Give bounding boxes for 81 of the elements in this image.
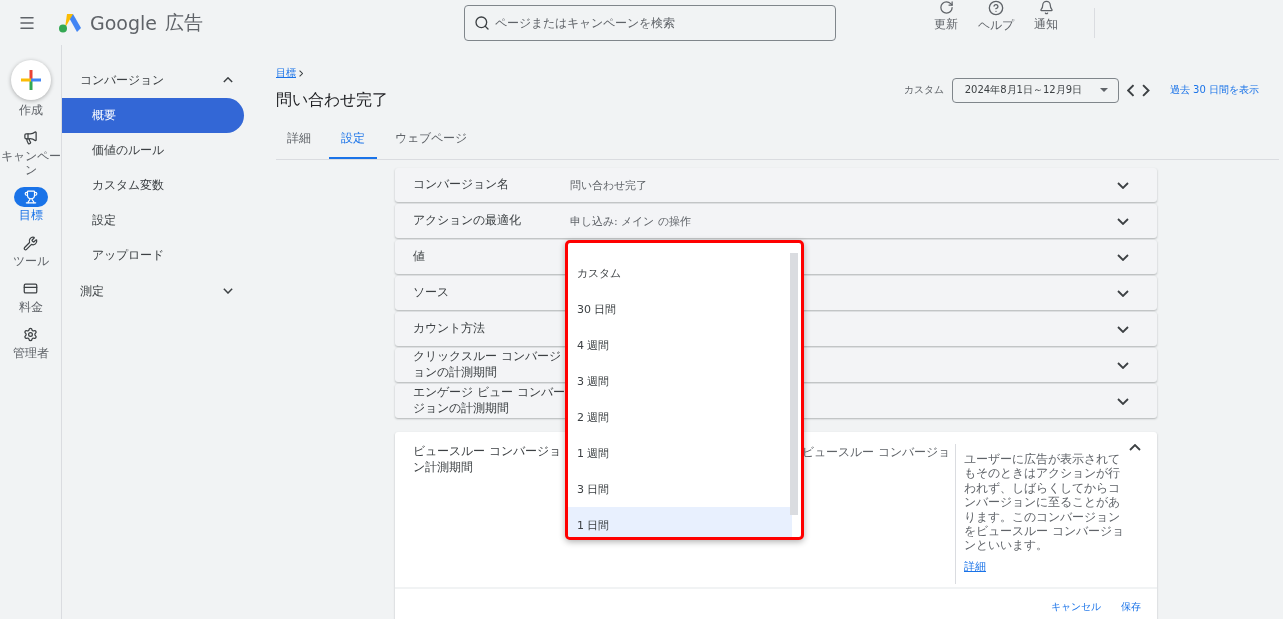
menu-option[interactable]: 3 日間 xyxy=(568,471,792,507)
nav-item[interactable]: 価値のルール xyxy=(62,133,244,168)
logo-icon xyxy=(58,12,82,33)
chevron-left-icon xyxy=(1126,83,1135,97)
chevron-down-icon xyxy=(1117,253,1129,261)
refresh-icon xyxy=(938,0,954,15)
next-button[interactable] xyxy=(1142,83,1150,97)
nav-item[interactable]: カスタム変数 xyxy=(62,168,244,203)
setting-label: コンバージョン名 xyxy=(413,177,510,193)
previous-button[interactable] xyxy=(1126,83,1135,97)
chevron-down-icon xyxy=(1117,217,1129,225)
settings-row[interactable]: アクションの最適化 申し込み: メイン の操作 xyxy=(395,204,1157,238)
chevron-down-icon xyxy=(1117,361,1129,369)
trophy-icon xyxy=(23,190,38,205)
setting-label: クリックスルー コンバージョンの計測期間 xyxy=(413,349,562,381)
scrollbar[interactable] xyxy=(790,253,798,515)
chevron-up-icon xyxy=(223,77,233,83)
nav-item[interactable]: アップロード xyxy=(62,238,244,273)
setting-value: 申し込み: メイン の操作 xyxy=(570,213,692,229)
rail-item[interactable]: キャンペーン xyxy=(2,127,59,178)
setting-label: カウント方法 xyxy=(413,321,486,337)
notify-button[interactable]: 通知 xyxy=(1028,0,1064,33)
collapse-button[interactable] xyxy=(1129,444,1141,451)
rail-item[interactable]: ツール xyxy=(2,233,59,269)
search-icon xyxy=(474,14,490,31)
tab[interactable]: 詳細 xyxy=(276,124,323,159)
help-icon xyxy=(988,0,1004,16)
date-range-select[interactable]: 2024年8月1日～12月9日 xyxy=(951,77,1119,103)
chevron-down-icon xyxy=(1117,397,1129,405)
menu-option[interactable]: 1 日間 xyxy=(568,507,792,537)
save-button[interactable]: 保存 xyxy=(1115,596,1147,618)
plus-icon xyxy=(19,69,42,91)
chevron-down-icon xyxy=(223,288,233,294)
settings-row[interactable]: コンバージョン名 問い合わせ完了 xyxy=(395,168,1157,202)
setting-label: アクションの最適化 xyxy=(413,213,522,229)
chevron-down-icon xyxy=(1117,325,1129,333)
chevron-right-icon xyxy=(299,69,304,77)
nav-section[interactable]: コンバージョン xyxy=(62,62,245,98)
menu-option[interactable]: 4 週間 xyxy=(568,327,792,363)
learn-more-link[interactable]: 詳細 xyxy=(964,558,986,574)
menu-option[interactable]: カスタム xyxy=(568,255,792,291)
tab[interactable]: ウェブページ xyxy=(383,124,479,159)
card-icon xyxy=(23,281,38,297)
cancel-button[interactable]: キャンセル xyxy=(1045,596,1107,618)
bell-icon xyxy=(1038,0,1054,15)
rail-item[interactable]: 管理者 xyxy=(2,324,59,361)
rail-item[interactable]: 目標 xyxy=(2,187,59,224)
create-button[interactable] xyxy=(10,60,51,100)
wrench-icon xyxy=(23,235,38,251)
help-button[interactable]: ヘルプ xyxy=(978,0,1014,34)
menu-option[interactable]: 2 週間 xyxy=(568,399,792,435)
refresh-button[interactable]: 更新 xyxy=(928,0,964,33)
nav-item[interactable]: 設定 xyxy=(62,203,244,238)
menu-option[interactable]: 1 週間 xyxy=(568,435,792,471)
page-title: 問い合わせ完了 xyxy=(276,90,388,111)
date-label: カスタム xyxy=(903,83,944,97)
breadcrumb-link[interactable]: 目標 xyxy=(276,66,304,80)
product-name: 広告 xyxy=(165,9,203,35)
last-30-days-link[interactable]: 過去 30 日間を表示 xyxy=(1169,83,1259,97)
setting-label: ビュースルー コンバージョン計測期間 xyxy=(413,444,562,476)
chevron-down-icon xyxy=(1117,181,1129,189)
menu-option[interactable]: 3 週間 xyxy=(568,363,792,399)
nav-item[interactable]: 概要 xyxy=(62,98,244,133)
rail-item[interactable]: 作成 xyxy=(2,60,59,118)
chevron-up-icon xyxy=(1129,444,1141,451)
chevron-down-icon xyxy=(1117,289,1129,297)
chevron-right-icon xyxy=(1142,83,1150,97)
rail-item[interactable]: 料金 xyxy=(2,279,59,315)
megaphone-icon xyxy=(23,130,38,146)
help-text: ユーザーに広告が表示されてもそのときはアクションが行われず、しばらくしてからコンバージョンに至ることがあります。このコンバージョンをビュースルー コンバージョンといいます。 xyxy=(964,452,1125,553)
nav-section[interactable]: 測定 xyxy=(62,273,245,309)
settings-icon xyxy=(23,327,38,343)
search-field[interactable]: ページまたはキャンペーンを検索 xyxy=(464,4,836,41)
setting-label: エンゲージ ビュー コンバージョンの計測期間 xyxy=(413,385,566,417)
setting-label: 値 xyxy=(413,249,426,265)
menu-option[interactable]: 30 日間 xyxy=(568,291,792,327)
setting-value: ビュースルー コンバージョ xyxy=(802,444,950,461)
tab[interactable]: 設定 xyxy=(329,124,377,159)
setting-value: 問い合わせ完了 xyxy=(570,177,648,193)
brand-name: Google xyxy=(90,11,157,34)
setting-label: ソース xyxy=(413,285,450,301)
